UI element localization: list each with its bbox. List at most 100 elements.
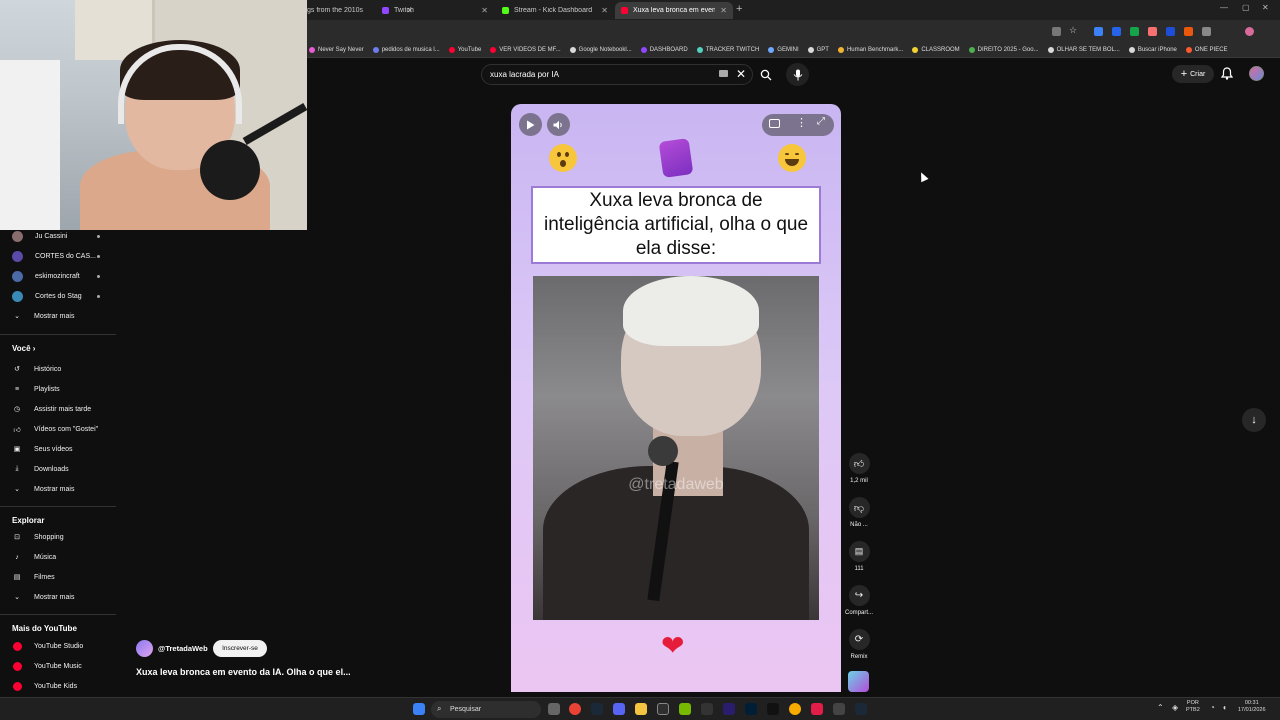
sidebar-show-more-subscriptions[interactable]: ⌄ Mostrar mais [0,306,116,326]
remix-button[interactable]: ⟳ [848,629,870,650]
browser-tab[interactable]: Stream - Kick Dashboard ✕ [496,2,614,19]
sidebar-item-youtube-music[interactable]: YouTube Music [0,656,116,676]
bookmark-item[interactable]: OLHAR SE TEM BOL... [1047,46,1120,53]
close-tab-icon[interactable]: ✕ [481,6,488,15]
sidebar-item-shopping[interactable]: ⊡ Shopping [0,527,116,547]
sidebar-item-watch-later[interactable]: ◷ Assistir mais tarde [0,399,116,419]
account-avatar[interactable] [1249,66,1264,81]
profile-icon[interactable] [1245,27,1254,36]
captions-icon[interactable] [769,119,780,128]
extension-icon[interactable] [1130,27,1139,36]
dislike-button[interactable]: 👎︎ [848,497,870,518]
share-button[interactable]: ↪ [848,585,870,606]
fullscreen-icon[interactable]: ⤢ [817,116,825,127]
file-explorer-icon[interactable] [635,703,647,715]
clear-search-icon[interactable]: ✕ [736,67,746,81]
play-button[interactable] [519,113,542,136]
language-indicator[interactable]: POR PTB2 [1186,700,1200,714]
sound-thumbnail[interactable] [848,671,869,692]
shorts-player[interactable]: ⋮ ⤢ Xuxa leva bronca de inteligência art… [511,104,841,692]
chevron-up-icon[interactable]: ⌃ [1157,704,1164,712]
channel-avatar[interactable] [136,640,153,657]
install-icon[interactable] [1052,27,1061,36]
search-input[interactable]: xuxa lacrada por IA ✕ [481,64,753,85]
discord-icon[interactable] [613,703,625,715]
premiere-icon[interactable] [723,703,735,715]
clock[interactable]: 00:31 17/01/2026 [1238,700,1266,714]
chrome-icon[interactable] [569,703,581,715]
sidebar-item-youtube-kids[interactable]: YouTube Kids [0,676,116,696]
comments-button[interactable]: ▤ [848,541,870,562]
share-action[interactable]: ↪ Compart... [843,585,875,616]
extension-icon[interactable] [1148,27,1157,36]
close-tab-icon[interactable]: ✕ [601,6,608,15]
extension-icon[interactable] [1166,27,1175,36]
keyboard-icon[interactable] [719,70,728,77]
voice-search-button[interactable] [786,63,809,86]
dislike-action[interactable]: 👎︎ Não ... [843,497,875,528]
bookmark-item[interactable]: Buscar iPhone [1128,46,1177,53]
nvidia-icon[interactable] [679,703,691,715]
sidebar-item-your-videos[interactable]: ▣ Seus vídeos [0,439,116,459]
windows-start-icon[interactable] [413,703,425,715]
video-title[interactable]: Xuxa leva bronca em evento da IA. Olha o… [136,667,351,677]
comments-action[interactable]: ▤ 111 [843,541,875,572]
search-button[interactable] [755,64,777,85]
more-options-icon[interactable]: ⋮ [796,116,807,129]
puzzle-icon[interactable] [1202,27,1211,36]
bookmark-item[interactable]: Never Say Never [309,46,364,53]
bookmark-item[interactable]: Human Benchmark... [837,46,903,53]
sidebar-item-downloads[interactable]: ⤓ Downloads [0,459,116,479]
like-action[interactable]: 👍︎ 1,2 mil [843,453,875,484]
steam-icon[interactable] [591,703,603,715]
next-video-button[interactable]: ↓ [1242,408,1266,432]
sidebar-item-liked-videos[interactable]: 👍︎ Vídeos com "Gostei" [0,419,116,439]
notifications-button[interactable] [1220,67,1234,85]
minimize-icon[interactable]: — [1220,3,1228,12]
photoshop-icon[interactable] [745,703,757,715]
sidebar-channel-eskimozincraft[interactable]: eskimozincraft [0,266,116,286]
bookmark-item[interactable]: ONE PIECE [1185,46,1228,53]
sidebar-item-music[interactable]: ♪ Música [0,547,116,567]
app-icon[interactable] [701,703,713,715]
you-heading[interactable]: Você › [12,344,35,353]
close-window-icon[interactable]: ✕ [1262,3,1269,12]
bookmark-item[interactable]: CLASSROOM [912,46,960,53]
browser-tab[interactable]: Twitch ✕ [376,2,494,19]
sidebar-show-more-explore[interactable]: ⌄ Mostrar mais [0,587,116,607]
wifi-icon[interactable]: ◔ [1210,704,1215,712]
capcut-icon[interactable] [767,703,779,715]
bookmark-item[interactable]: VER VIDEOS DE MF... [490,46,561,53]
subscribe-button[interactable]: Inscrever-se [213,640,267,657]
star-icon[interactable]: ☆ [1069,25,1078,35]
bookmark-item[interactable]: GEMINI [768,46,799,53]
steam-icon[interactable] [855,703,867,715]
bookmark-item[interactable]: Google Notebookl... [569,46,632,53]
bookmark-item[interactable]: DIREITO 2025 - Goo... [968,46,1039,53]
volume-icon[interactable]: ◖ [1222,704,1227,712]
bookmark-item[interactable]: pedidos de musica l... [372,46,440,53]
create-button[interactable]: + Criar [1172,65,1214,83]
maximize-icon[interactable]: ▢ [1242,3,1250,12]
remix-action[interactable]: ⟳ Remix [843,629,875,660]
network-icon[interactable]: ◈ [1172,704,1178,712]
sidebar-item-movies[interactable]: ▤ Filmes [0,567,116,587]
obs-icon[interactable] [657,703,669,715]
sidebar-item-history[interactable]: ↺ Histórico [0,359,116,379]
browser-tab-active[interactable]: Xuxa leva bronca em evento da ✕ [615,2,733,19]
app-icon[interactable] [833,703,845,715]
extension-icon[interactable] [1112,27,1121,36]
acrobat-icon[interactable] [811,703,823,715]
sidebar-show-more-you[interactable]: ⌄ Mostrar mais [0,479,116,499]
sidebar-channel-cortes-do-cas[interactable]: CORTES do CAS... [0,246,116,266]
app-icon[interactable] [789,703,801,715]
taskbar-search[interactable]: ⌕ Pesquisar [431,701,541,718]
bookmark-item[interactable]: TRACKER TWITCH [696,46,759,53]
new-tab-button[interactable]: + [736,3,742,15]
sidebar-channel-ju-cassini[interactable]: Ju Cassini [0,226,116,246]
sidebar-channel-cortes-do-stag[interactable]: Cortes do Stag [0,286,116,306]
bookmark-item[interactable]: YouTube [448,46,481,53]
extension-icon[interactable] [1094,27,1103,36]
bookmark-item[interactable]: GPT [807,46,829,53]
like-button[interactable]: 👍︎ [848,453,870,474]
